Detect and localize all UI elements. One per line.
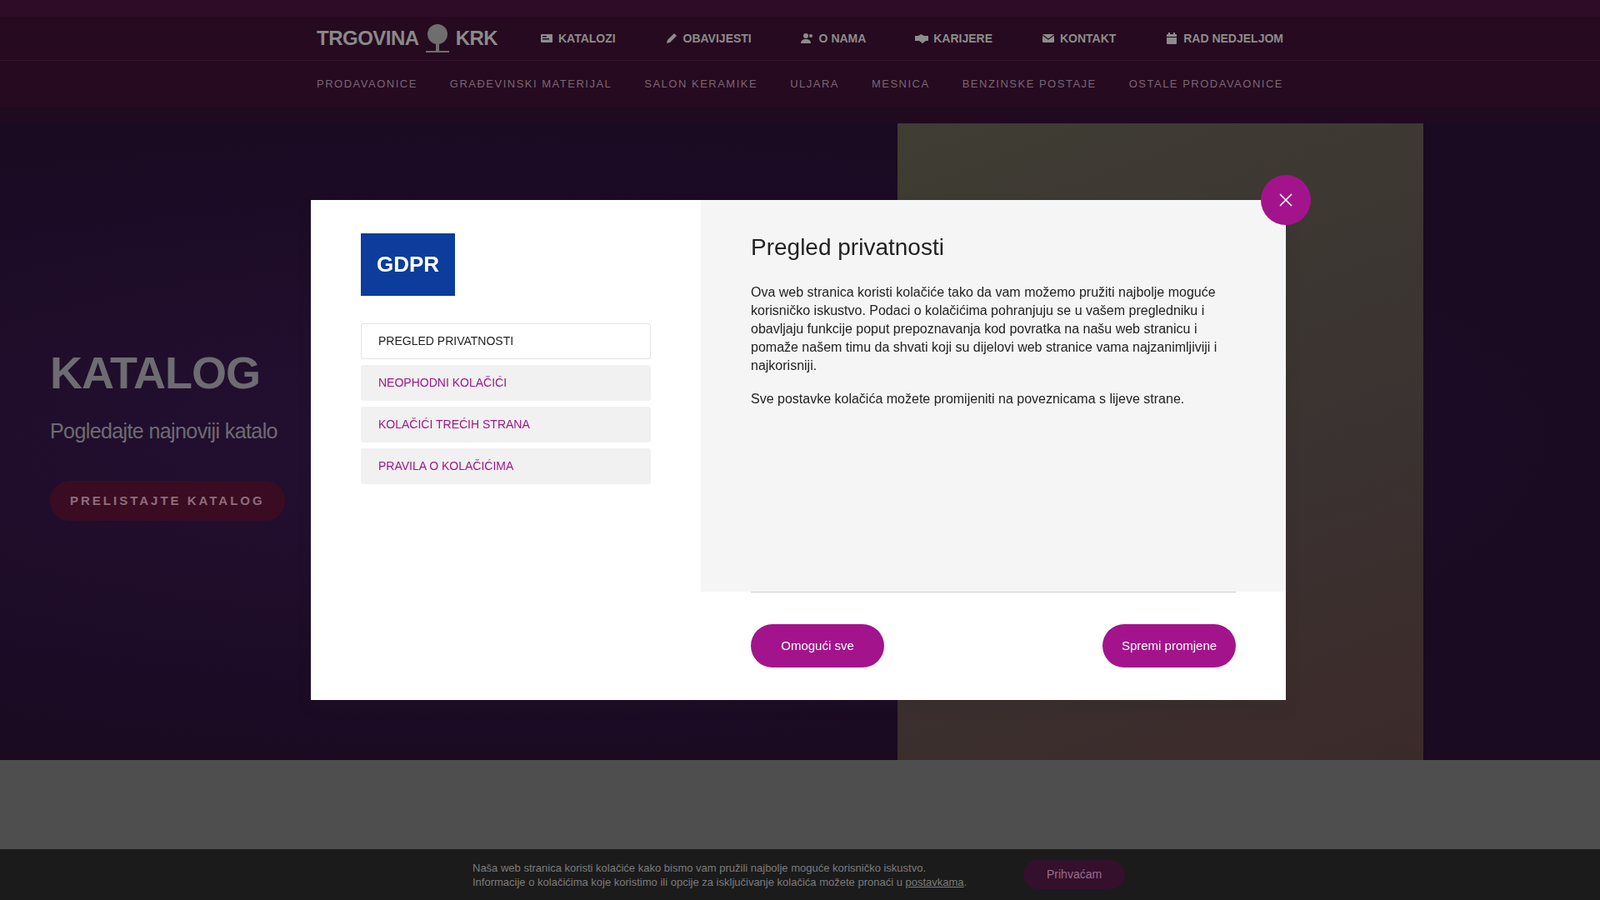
envelope-icon	[1041, 31, 1055, 45]
top-nav-item[interactable]: RAD NEDJELJOM	[1165, 30, 1284, 48]
sub-nav-item[interactable]: SALON KERAMIKE	[644, 75, 758, 93]
cookie-line: Naša web stranica koristi kolačiće kako …	[472, 860, 1006, 875]
top-nav-label: KARIJERE	[933, 30, 993, 48]
enable-all-button[interactable]: Omogući sve	[750, 624, 885, 668]
sub-nav: PRODAVAONICE GRAĐEVINSKI MATERIJAL SALON K…	[0, 60, 1600, 108]
logo-text: KRK	[455, 23, 499, 54]
accept-button[interactable]: Prihvaćam	[1023, 860, 1125, 890]
cookie-text: Informacije o kolačićima koje koristimo …	[472, 875, 906, 889]
menu-label: PRAVILA O KOLAČIĆIMA	[378, 457, 514, 475]
close-icon	[1278, 192, 1294, 208]
users-icon	[800, 31, 815, 45]
top-nav-item[interactable]: O NAMA	[800, 30, 867, 48]
sub-nav-item[interactable]: ULJARA	[790, 75, 840, 93]
menu-label: NEOPHODNI KOLAČIĆI	[378, 374, 507, 392]
top-nav-item[interactable]: KARIJERE	[915, 30, 993, 48]
modal-menu: PREGLED PRIVATNOSTI NEOPHODNI KOLAČIĆI KOL…	[360, 323, 651, 485]
top-nav-item[interactable]: KONTAKT	[1041, 30, 1116, 48]
modal-paragraph: Ova web stranica koristi kolačiće tako d…	[750, 283, 1236, 375]
modal-menu-item[interactable]: NEOPHODNI KOLAČIĆI	[360, 365, 651, 401]
gdpr-badge: GDPR	[360, 233, 455, 296]
top-nav-label: OBAVIJESTI	[683, 30, 752, 48]
cookie-text: .	[964, 875, 968, 889]
cookie-bar: Naša web stranica koristi kolačiće kako …	[0, 849, 1600, 900]
modal-sidebar: GDPR PREGLED PRIVATNOSTI NEOPHODNI KOLAČIĆ…	[310, 200, 701, 700]
header: TRGOVINA KRK KATALOZI OBAVIJESTI O NAMA KARI…	[0, 16, 1600, 61]
handshake-icon	[915, 31, 929, 45]
logo-text: TRGOVINA	[316, 23, 420, 54]
top-nav-item[interactable]: OBAVIJESTI	[665, 30, 752, 48]
catalog-button[interactable]: PRELISTAJTE KATALOG	[50, 480, 285, 522]
save-button[interactable]: Spremi promjene	[1102, 624, 1236, 668]
cookie-line: Informacije o kolačićima koje koristimo …	[472, 875, 1006, 890]
close-button[interactable]	[1260, 175, 1311, 225]
sub-nav-item[interactable]: OSTALE PRODAVAONICE	[1129, 75, 1284, 93]
top-nav-label: KATALOZI	[558, 30, 616, 48]
sub-nav-item[interactable]: GRAĐEVINSKI MATERIJAL	[450, 75, 613, 93]
settings-link[interactable]: postavkama	[905, 875, 965, 889]
modal-title: Pregled privatnosti	[750, 233, 1236, 262]
top-nav-item[interactable]: KATALOZI	[540, 30, 616, 48]
privacy-modal: GDPR PREGLED PRIVATNOSTI NEOPHODNI KOLAČIĆ…	[310, 200, 1286, 700]
top-nav-label: O NAMA	[819, 30, 867, 48]
top-nav-label: RAD NEDJELJOM	[1183, 30, 1284, 48]
sub-nav-item[interactable]: BENZINSKE POSTAJE	[962, 75, 1097, 93]
modal-menu-item[interactable]: PREGLED PRIVATNOSTI	[360, 323, 651, 360]
content-area	[0, 760, 1600, 850]
top-nav: KATALOZI OBAVIJESTI O NAMA KARIJERE KONTAKT R…	[540, 30, 1284, 48]
pencil-icon	[665, 31, 679, 45]
top-nav-label: KONTAKT	[1060, 30, 1116, 48]
tree-icon	[420, 21, 455, 55]
spacer	[0, 107, 1600, 124]
top-strip	[0, 0, 1600, 17]
menu-label: KOLAČIĆI TREĆIH STRANA	[378, 415, 530, 434]
menu-label: PREGLED PRIVATNOSTI	[378, 332, 514, 350]
catalog-icon	[540, 31, 554, 45]
logo[interactable]: TRGOVINA KRK	[316, 21, 517, 55]
modal-menu-item[interactable]: PRAVILA O KOLAČIĆIMA	[360, 448, 651, 485]
modal-content: Pregled privatnosti Ova web stranica kori…	[700, 200, 1286, 700]
modal-menu-item[interactable]: KOLAČIĆI TREĆIH STRANA	[360, 406, 651, 443]
sub-nav-item[interactable]: PRODAVAONICE	[316, 75, 418, 93]
modal-paragraph: Sve postavke kolačića možete promijeniti…	[750, 390, 1236, 409]
sub-nav-item[interactable]: MESNICA	[871, 75, 930, 93]
calendar-icon	[1165, 31, 1179, 45]
